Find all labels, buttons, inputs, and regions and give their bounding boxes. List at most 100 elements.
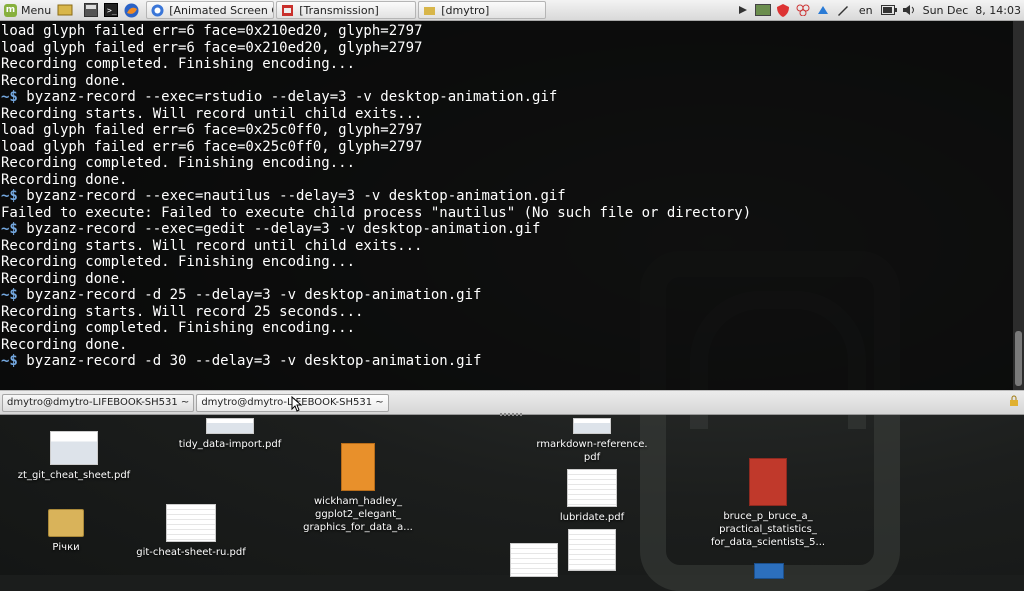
terminal-output[interactable]: load glyph failed err=6 face=0x210ed20, …	[0, 21, 751, 370]
desktop-icon-partial-2[interactable]	[568, 529, 616, 575]
firefox-icon[interactable]	[123, 2, 139, 18]
system-tray: en Sun Dec 8, 14:03	[733, 0, 1024, 20]
terminal-prompt: ~$	[1, 221, 18, 237]
desktop-icon-wickham-ggplot2[interactable]: wickham_hadley_ ggplot2_elegant_ graphic…	[288, 443, 428, 534]
book-cover-icon	[749, 458, 787, 506]
transmission-icon	[282, 4, 294, 16]
mint-logo-icon: m	[4, 3, 17, 17]
terminal-scrollbar[interactable]	[1013, 21, 1024, 390]
desktop-icon-partial-3[interactable]	[752, 563, 786, 583]
terminal-prompt: ~$	[1, 353, 18, 369]
terminal-line: Recording completed. Finishing encoding.…	[1, 56, 751, 73]
terminal-line: Recording completed. Finishing encoding.…	[1, 254, 751, 271]
terminal-line-text: load glyph failed err=6 face=0x210ed20, …	[1, 39, 423, 56]
terminal-line: load glyph failed err=6 face=0x25c0ff0, …	[1, 139, 751, 156]
terminal-line-text: Recording completed. Finishing encoding.…	[1, 320, 356, 336]
terminal-line-text: byzanz-record --exec=nautilus --delay=3 …	[17, 188, 566, 204]
desktop-icon-zt-git-cheat-sheet[interactable]: zt_git_cheat_sheet.pdf	[4, 431, 144, 482]
dropbox-icon[interactable]	[735, 3, 751, 17]
terminal-prompt: ~$	[1, 89, 18, 105]
desktop-icon-lubridate[interactable]: lubridate.pdf	[522, 469, 662, 524]
clock[interactable]: Sun Dec 8, 14:03	[923, 4, 1021, 17]
terminal-line: load glyph failed err=6 face=0x210ed20, …	[1, 23, 751, 40]
terminal-line: Recording starts. Will record until chil…	[1, 238, 751, 255]
resize-grip[interactable]	[500, 413, 524, 416]
terminal-line: Recording completed. Finishing encoding.…	[1, 155, 751, 172]
terminal-line-text: byzanz-record --exec=rstudio --delay=3 -…	[17, 89, 558, 105]
menu-label: Menu	[21, 3, 52, 17]
desktop-icon-tidy-data-import[interactable]: tidy_data-import.pdf	[160, 418, 300, 451]
terminal-prompt: ~$	[1, 287, 18, 303]
browser-window-icon	[151, 4, 164, 16]
pdf-thumbnail-icon	[50, 431, 98, 465]
terminal-line: Recording done.	[1, 172, 751, 189]
network-icon[interactable]	[795, 3, 811, 17]
desktop-icon-partial-1[interactable]	[510, 543, 558, 581]
top-panel: m Menu >_ [Animated Screen Ca... [Transm…	[0, 0, 1024, 21]
terminal-line: ~$ byzanz-record --exec=rstudio --delay=…	[1, 89, 751, 106]
terminal-line-text: load glyph failed err=6 face=0x25c0ff0, …	[1, 122, 423, 138]
keyboard-layout-indicator[interactable]: en	[859, 4, 873, 17]
show-desktop-icon[interactable]	[57, 2, 73, 18]
terminal-line-text: Recording completed. Finishing encoding.…	[1, 254, 356, 270]
shield-icon[interactable]	[775, 3, 791, 17]
terminal-line: Recording starts. Will record until chil…	[1, 106, 751, 123]
book-cover-icon	[341, 443, 375, 491]
desktop-icon-richky-folder[interactable]: Річки	[0, 509, 136, 554]
terminal-line: Recording done.	[1, 271, 751, 288]
pdf-thumbnail-icon	[568, 529, 616, 571]
terminal-line-text: Recording starts. Will record until chil…	[1, 105, 423, 122]
scrollbar-thumb[interactable]	[1015, 331, 1022, 386]
lock-icon[interactable]	[1008, 395, 1020, 407]
taskbar-window-dmytro[interactable]: [dmytro]	[418, 1, 547, 19]
terminal-line: ~$ byzanz-record -d 25 --delay=3 -v desk…	[1, 287, 751, 304]
folder-icon	[424, 6, 436, 15]
taskbar-window-transmission[interactable]: [Transmission]	[276, 1, 417, 19]
pdf-thumbnail-icon	[206, 418, 254, 434]
terminal-line-text: byzanz-record --exec=gedit --delay=3 -v …	[17, 221, 541, 237]
terminal-line: ~$ byzanz-record -d 30 --delay=3 -v desk…	[1, 353, 751, 370]
taskbar-window-screen-capture[interactable]: [Animated Screen Ca...	[146, 1, 275, 19]
pdf-thumbnail-icon	[510, 543, 558, 577]
update-manager-icon[interactable]	[815, 3, 831, 17]
terminal-line: Recording starts. Will record 25 seconds…	[1, 304, 751, 321]
desktop-icon-git-cheat-sheet-ru[interactable]: git-cheat-sheet-ru.pdf	[121, 504, 261, 559]
folder-icon	[48, 509, 84, 537]
terminal-line-text: load glyph failed err=6 face=0x25c0ff0, …	[1, 138, 423, 155]
terminal-window[interactable]: load glyph failed err=6 face=0x210ed20, …	[0, 21, 1013, 390]
terminal-line: ~$ byzanz-record --exec=gedit --delay=3 …	[1, 221, 751, 238]
terminal-line-text: Recording done.	[1, 171, 128, 188]
desktop-icon-rmarkdown-reference[interactable]: rmarkdown-reference. pdf	[522, 418, 662, 464]
terminal-line: Failed to execute: Failed to execute chi…	[1, 205, 751, 222]
terminal-line-text: Recording starts. Will record until chil…	[1, 237, 423, 254]
terminal-line: load glyph failed err=6 face=0x25c0ff0, …	[1, 122, 751, 139]
terminal-line-text: Recording done.	[1, 270, 128, 287]
terminal-line-text: Recording done.	[1, 72, 128, 89]
terminal-line-text: Recording completed. Finishing encoding.…	[1, 155, 356, 171]
terminal-icon[interactable]: >_	[103, 2, 119, 18]
terminal-line: load glyph failed err=6 face=0x210ed20, …	[1, 40, 751, 57]
terminal-line-text: Recording done.	[1, 336, 128, 353]
terminal-line: Recording done.	[1, 73, 751, 90]
menu-button[interactable]: m Menu	[0, 0, 55, 20]
terminal-line-text: Failed to execute: Failed to execute chi…	[1, 204, 752, 221]
mouse-cursor-icon	[291, 396, 303, 412]
book-cover-icon	[754, 563, 784, 579]
pen-icon[interactable]	[835, 3, 851, 17]
terminal-launcher-icon[interactable]	[83, 2, 99, 18]
volume-icon[interactable]	[901, 3, 917, 17]
terminal-tab-bar: dmytro@dmytro-LIFEBOOK-SH531 ~ dmytro@dm…	[0, 390, 1024, 415]
terminal-line-text: Recording completed. Finishing encoding.…	[1, 56, 356, 72]
image-viewer-icon[interactable]	[754, 3, 771, 17]
terminal-line-text: byzanz-record -d 25 --delay=3 -v desktop…	[17, 287, 482, 303]
desktop-icon-bruce-practical-statistics[interactable]: bruce_p_bruce_a_ practical_statistics_ f…	[698, 458, 838, 549]
terminal-line-text: byzanz-record -d 30 --delay=3 -v desktop…	[17, 353, 482, 369]
terminal-line-text: load glyph failed err=6 face=0x210ed20, …	[1, 23, 423, 39]
terminal-prompt: ~$	[1, 188, 18, 204]
terminal-line: Recording completed. Finishing encoding.…	[1, 320, 751, 337]
terminal-tab-1[interactable]: dmytro@dmytro-LIFEBOOK-SH531 ~	[2, 393, 195, 412]
battery-icon[interactable]	[880, 3, 897, 17]
pdf-thumbnail-icon	[567, 469, 617, 507]
terminal-line: ~$ byzanz-record --exec=nautilus --delay…	[1, 188, 751, 205]
terminal-line: Recording done.	[1, 337, 751, 354]
